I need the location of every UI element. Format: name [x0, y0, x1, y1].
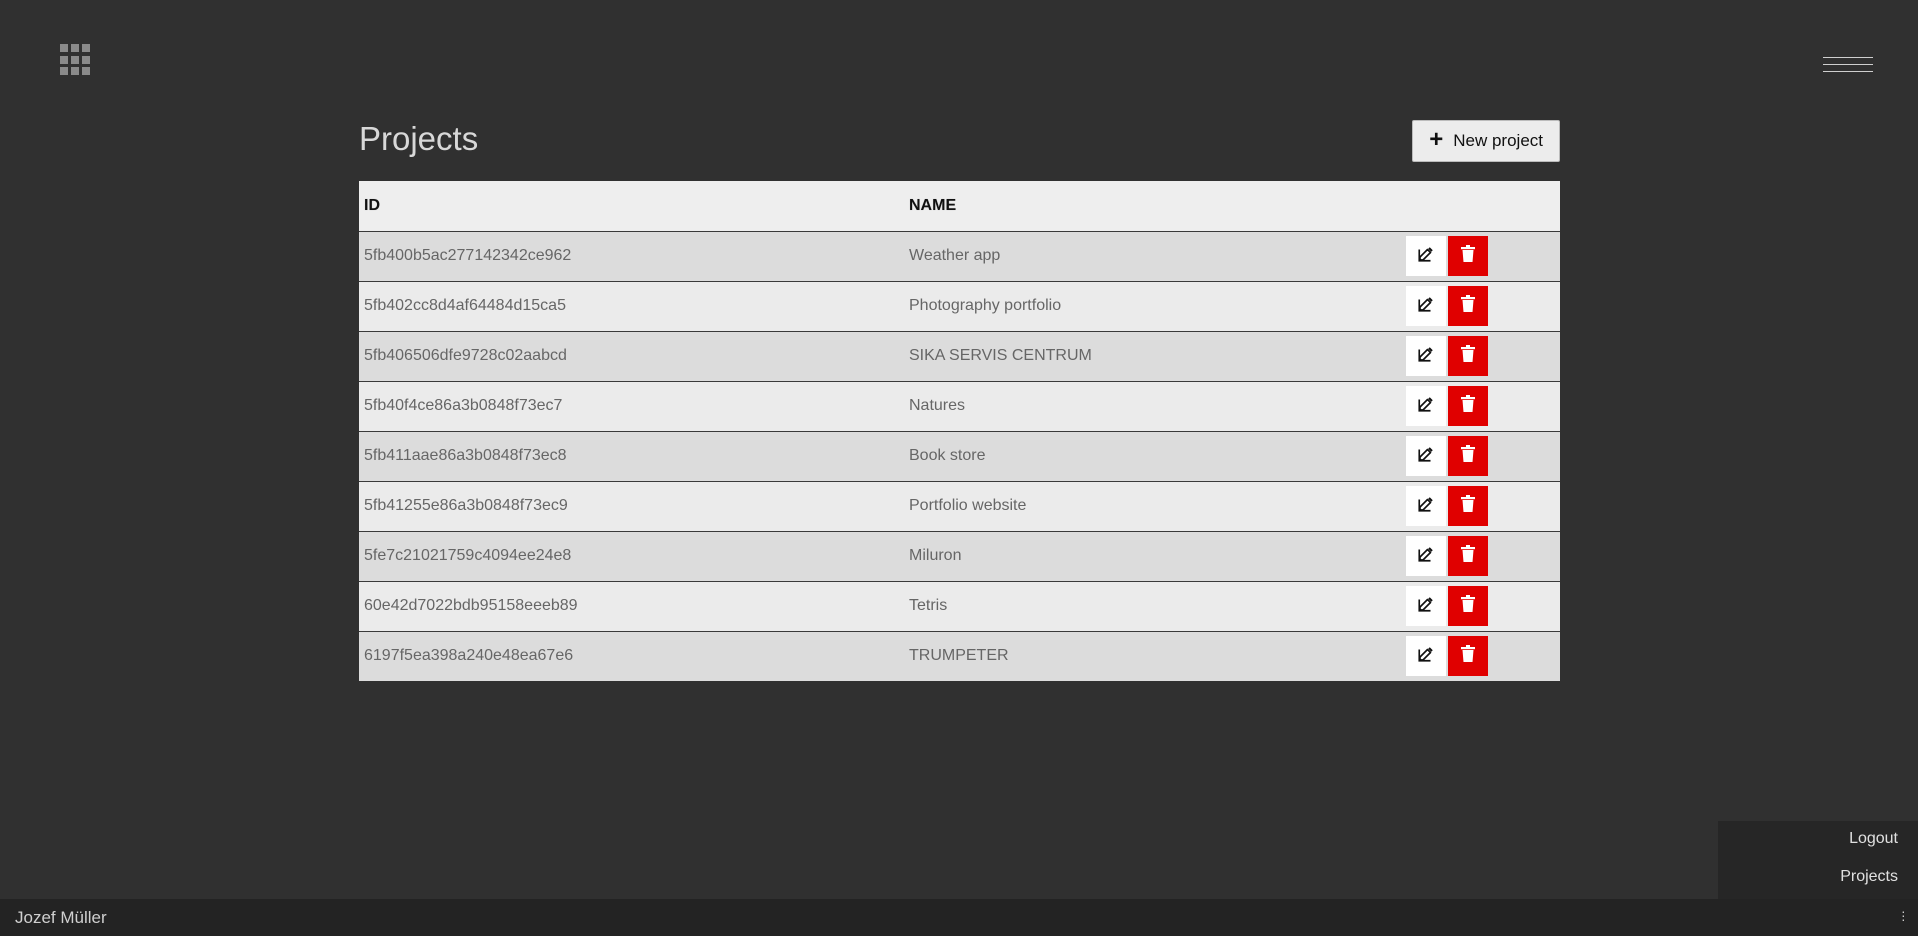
- project-id-cell: 6197f5ea398a240e48ea67e6: [364, 647, 574, 665]
- edit-button[interactable]: [1406, 536, 1446, 576]
- row-actions: [1406, 386, 1560, 426]
- project-id-cell: 5fb406506dfe9728c02aabcd: [364, 347, 567, 364]
- plus-icon: +: [1429, 126, 1444, 153]
- delete-button[interactable]: [1448, 386, 1488, 426]
- row-actions: [1406, 486, 1560, 526]
- project-id-cell: 5fb41255e86a3b0848f73ec9: [364, 497, 568, 514]
- hamburger-menu-icon[interactable]: [1823, 57, 1873, 77]
- table-row: 5fe7c21021759c4094ee24e8 Miluron: [359, 531, 1560, 581]
- edit-button[interactable]: [1406, 236, 1446, 276]
- actions-cell: [1401, 481, 1560, 531]
- edit-icon: [1417, 245, 1435, 268]
- edit-button[interactable]: [1406, 336, 1446, 376]
- table-row: 5fb411aae86a3b0848f73ec8 Book store: [359, 431, 1560, 481]
- footer-bar: Jozef Müller · · ·: [0, 899, 1918, 936]
- edit-icon: [1417, 445, 1435, 468]
- project-name-cell: Miluron: [909, 547, 962, 564]
- edit-icon: [1417, 295, 1435, 318]
- logout-link[interactable]: Logout: [1718, 830, 1898, 848]
- project-name-cell: TRUMPETER: [909, 647, 1009, 665]
- trash-icon: [1461, 495, 1475, 517]
- actions-cell: [1401, 431, 1560, 481]
- edit-button[interactable]: [1406, 386, 1446, 426]
- table-row: 5fb402cc8d4af64484d15ca5 Photography port…: [359, 281, 1560, 331]
- project-name-cell: Book store: [909, 447, 986, 464]
- project-name-cell: SIKA SERVIS CENTRUM: [909, 347, 1092, 364]
- edit-button[interactable]: [1406, 586, 1446, 626]
- actions-cell: [1401, 231, 1560, 281]
- edit-button[interactable]: [1406, 486, 1446, 526]
- projects-table: ID NAME 5fb400b5ac277142342ce962 Weather …: [359, 181, 1560, 681]
- project-name-cell: Photography portfolio: [909, 297, 1062, 314]
- delete-button[interactable]: [1448, 636, 1488, 677]
- row-actions: [1406, 586, 1560, 626]
- project-id-cell: 5fe7c21021759c4094ee24e8: [364, 547, 572, 564]
- row-actions: [1406, 636, 1560, 677]
- table-row: 5fb41255e86a3b0848f73ec9 Portfolio websit…: [359, 481, 1560, 531]
- trash-icon: [1461, 645, 1475, 667]
- actions-cell: [1401, 381, 1560, 431]
- table-row: 5fb40f4ce86a3b0848f73ec7 Natures: [359, 381, 1560, 431]
- project-id-cell: 5fb411aae86a3b0848f73ec8: [364, 447, 567, 464]
- trash-icon: [1461, 245, 1475, 267]
- table-row: 60e42d7022bdb95158eeeb89 Tetris: [359, 581, 1560, 631]
- project-id-cell: 5fb402cc8d4af64484d15ca5: [364, 297, 566, 314]
- table-row: 5fb400b5ac277142342ce962 Weather app: [359, 231, 1560, 281]
- edit-icon: [1417, 495, 1435, 518]
- edit-icon: [1417, 645, 1435, 668]
- column-header-name: NAME: [909, 196, 957, 214]
- edit-icon: [1417, 345, 1435, 368]
- table-row: 5fb406506dfe9728c02aabcd SIKA SERVIS CENT…: [359, 331, 1560, 381]
- delete-button[interactable]: [1448, 536, 1488, 576]
- actions-cell: [1401, 581, 1560, 631]
- edit-button[interactable]: [1406, 636, 1446, 677]
- delete-button[interactable]: [1448, 486, 1488, 526]
- column-header-id: ID: [364, 196, 380, 214]
- row-actions: [1406, 236, 1560, 276]
- edit-icon: [1417, 595, 1435, 618]
- delete-button[interactable]: [1448, 336, 1488, 376]
- trash-icon: [1461, 345, 1475, 367]
- actions-cell: [1401, 281, 1560, 331]
- projects-link[interactable]: Projects: [1718, 868, 1898, 886]
- new-project-button[interactable]: + New project: [1412, 120, 1560, 162]
- actions-cell: [1401, 331, 1560, 381]
- delete-button[interactable]: [1448, 286, 1488, 326]
- edit-icon: [1417, 395, 1435, 418]
- project-name-cell: Natures: [909, 397, 966, 414]
- trash-icon: [1461, 445, 1475, 467]
- page-title: Projects: [359, 120, 479, 157]
- row-actions: [1406, 536, 1560, 576]
- user-name: Jozef Müller: [15, 907, 107, 927]
- edit-button[interactable]: [1406, 286, 1446, 326]
- trash-icon: [1461, 295, 1475, 317]
- new-project-label: New project: [1453, 131, 1543, 150]
- side-menu: Logout Projects: [1718, 821, 1918, 899]
- apps-grid-icon[interactable]: [60, 44, 92, 76]
- delete-button[interactable]: [1448, 236, 1488, 276]
- row-actions: [1406, 286, 1560, 326]
- project-name-cell: Weather app: [909, 247, 1001, 264]
- edit-button[interactable]: [1406, 436, 1446, 476]
- column-header-actions: [1401, 181, 1560, 231]
- row-actions: [1406, 436, 1560, 476]
- trash-icon: [1461, 395, 1475, 417]
- project-name-cell: Tetris: [909, 597, 948, 614]
- trash-icon: [1461, 545, 1475, 567]
- more-options-icon[interactable]: · · ·: [1901, 904, 1906, 926]
- project-name-cell: Portfolio website: [909, 497, 1027, 514]
- table-row: 6197f5ea398a240e48ea67e6 TRUMPETER: [359, 631, 1560, 681]
- project-id-cell: 5fb400b5ac277142342ce962: [364, 247, 572, 264]
- actions-cell: [1401, 631, 1560, 681]
- project-id-cell: 5fb40f4ce86a3b0848f73ec7: [364, 397, 563, 414]
- delete-button[interactable]: [1448, 586, 1488, 626]
- trash-icon: [1461, 595, 1475, 617]
- delete-button[interactable]: [1448, 436, 1488, 476]
- row-actions: [1406, 336, 1560, 376]
- table-header-row: ID NAME: [359, 181, 1560, 231]
- edit-icon: [1417, 545, 1435, 568]
- project-id-cell: 60e42d7022bdb95158eeeb89: [364, 597, 578, 614]
- actions-cell: [1401, 531, 1560, 581]
